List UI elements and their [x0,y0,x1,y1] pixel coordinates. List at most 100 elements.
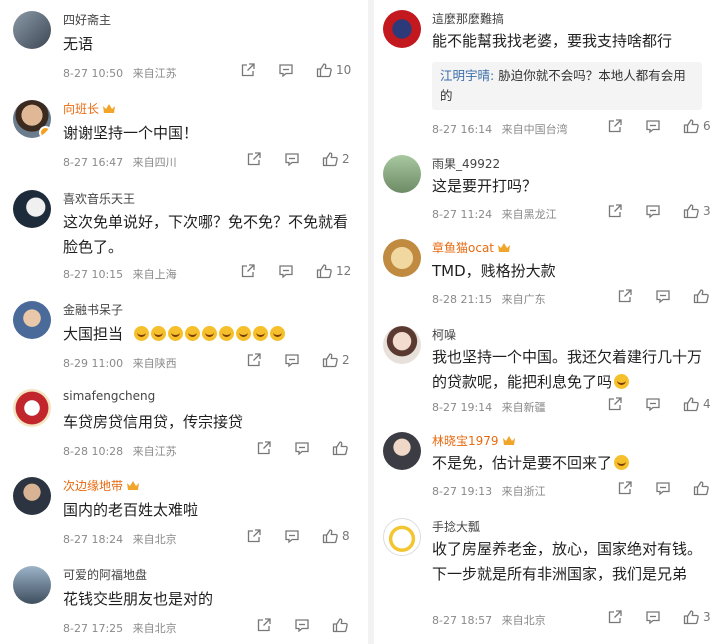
avatar[interactable] [13,566,51,604]
crown-icon [103,104,116,113]
comment-text: TMD，贱格扮大款 [432,262,556,280]
avatar[interactable] [13,100,51,138]
comment-item: 手捻大瓢 收了房屋养老金，放心，国家绝对有钱。下一步就是所有非洲国家，我们是兄弟… [374,508,720,644]
comment-button[interactable] [645,396,661,412]
comment-text-body: 我也坚持一个中国。我还欠着建行几十万的贷款呢，能把利息免了吗 [432,348,703,391]
like-button[interactable]: 6 [683,118,711,134]
share-button[interactable] [240,62,256,78]
comment-username[interactable]: 次边缘地带 [63,477,140,494]
comment-item: 可爱的阿福地盘 花钱交些朋友也是对的 8-27 17:25 来自北京 [0,551,368,644]
avatar[interactable] [383,432,421,470]
comment-button[interactable] [278,263,294,279]
comment-username[interactable]: 向班长 [63,100,116,117]
comment-username[interactable]: 喜欢音乐天王 [63,190,135,207]
avatar[interactable] [383,155,421,193]
like-button[interactable] [332,617,352,633]
comment-button[interactable] [294,440,310,456]
comment-username[interactable]: 可爱的阿福地盘 [63,566,147,583]
laugh-emoji-icon [184,326,200,341]
comment-button[interactable] [645,118,661,134]
like-button[interactable]: 2 [322,151,350,167]
comment-button[interactable] [278,62,294,78]
share-button[interactable] [617,288,633,304]
comment-username[interactable]: 雨果_49922 [432,155,500,172]
like-button[interactable] [693,288,713,304]
share-button[interactable] [240,263,256,279]
comment-meta: 8-27 18:24 来自北京 [63,531,177,547]
avatar[interactable] [13,389,51,427]
comment-icon [656,482,670,496]
comment-button[interactable] [645,203,661,219]
laugh-emoji-icon [614,455,630,470]
comment-username[interactable]: 四好斋主 [63,11,111,28]
like-button[interactable]: 3 [683,609,711,625]
reply-preview[interactable]: 江明宇晴: 胁迫你就不会吗？本地人都有会用的 [432,62,702,110]
reply-username[interactable]: 江明宇晴: [440,68,494,83]
comment-meta: 8-27 10:50 来自江苏 [63,65,177,81]
avatar[interactable] [13,477,51,515]
share-button[interactable] [607,203,623,219]
laugh-emoji-icon [235,326,251,341]
like-button[interactable]: 2 [322,352,350,368]
share-icon [608,397,622,411]
comment-time: 8-28 10:28 [63,445,124,458]
avatar[interactable] [383,10,421,48]
comment-icon [646,398,660,412]
comment-actions: 12 [240,263,351,279]
avatar[interactable] [383,518,421,556]
comment-time: 8-27 16:14 [432,123,493,136]
comment-username[interactable]: 柯噪 [432,326,456,343]
share-button[interactable] [607,118,623,134]
comment-meta: 8-27 19:14 来自新疆 [432,399,546,415]
thumbs-up-icon [683,204,699,219]
share-button[interactable] [246,528,262,544]
avatar[interactable] [383,326,421,364]
comment-button[interactable] [294,617,310,633]
comment-icon [646,120,660,134]
like-count: 6 [703,119,711,133]
share-button[interactable] [607,609,623,625]
comment-username[interactable]: 金融书呆子 [63,301,123,318]
like-button[interactable]: 12 [316,263,351,279]
comment-button[interactable] [284,352,300,368]
comment-button[interactable] [284,151,300,167]
comment-location: 来自四川 [132,156,177,169]
share-button[interactable] [607,396,623,412]
comment-button[interactable] [655,288,671,304]
like-button[interactable] [332,440,352,456]
share-icon [241,63,255,77]
avatar[interactable] [383,239,421,277]
like-button[interactable]: 10 [316,62,351,78]
share-button[interactable] [246,151,262,167]
comment-username[interactable]: simafengcheng [63,389,155,403]
like-count: 3 [703,204,711,218]
like-button[interactable] [693,480,713,496]
share-button[interactable] [256,617,272,633]
comment-meta: 8-27 10:15 来自上海 [63,266,177,282]
like-button[interactable]: 8 [322,528,350,544]
comment-username[interactable]: 這麼那麼難搞 [432,10,504,27]
comment-text: 这次免单说好，下次哪？免不免？不免就看脸色了。 [63,213,349,256]
avatar[interactable] [13,301,51,339]
comment-username[interactable]: 林晓宝1979 [432,432,516,449]
comment-button[interactable] [284,528,300,544]
comment-text: 不是免，估计是要不回来了 [432,451,712,476]
avatar[interactable] [13,11,51,49]
share-button[interactable] [246,352,262,368]
share-icon [608,204,622,218]
comment-button[interactable] [655,480,671,496]
comment-username[interactable]: 章鱼猫ocat [432,239,511,256]
share-button[interactable] [617,480,633,496]
avatar[interactable] [13,190,51,228]
comment-text: 无语 [63,35,94,53]
comment-actions: 3 [607,609,711,625]
comment-button[interactable] [645,609,661,625]
like-button[interactable]: 3 [683,203,711,219]
comment-meta: 8-27 17:25 来自北京 [63,620,177,636]
like-button[interactable]: 4 [683,396,711,412]
laugh-emoji-icon [269,326,285,341]
comment-username[interactable]: 手捻大瓢 [432,518,480,535]
share-button[interactable] [256,440,272,456]
comment-item: 雨果_49922 这是要开打吗？ 8-27 11:24 来自黑龙江 3 [374,145,720,228]
laugh-emoji-icon [133,326,149,341]
